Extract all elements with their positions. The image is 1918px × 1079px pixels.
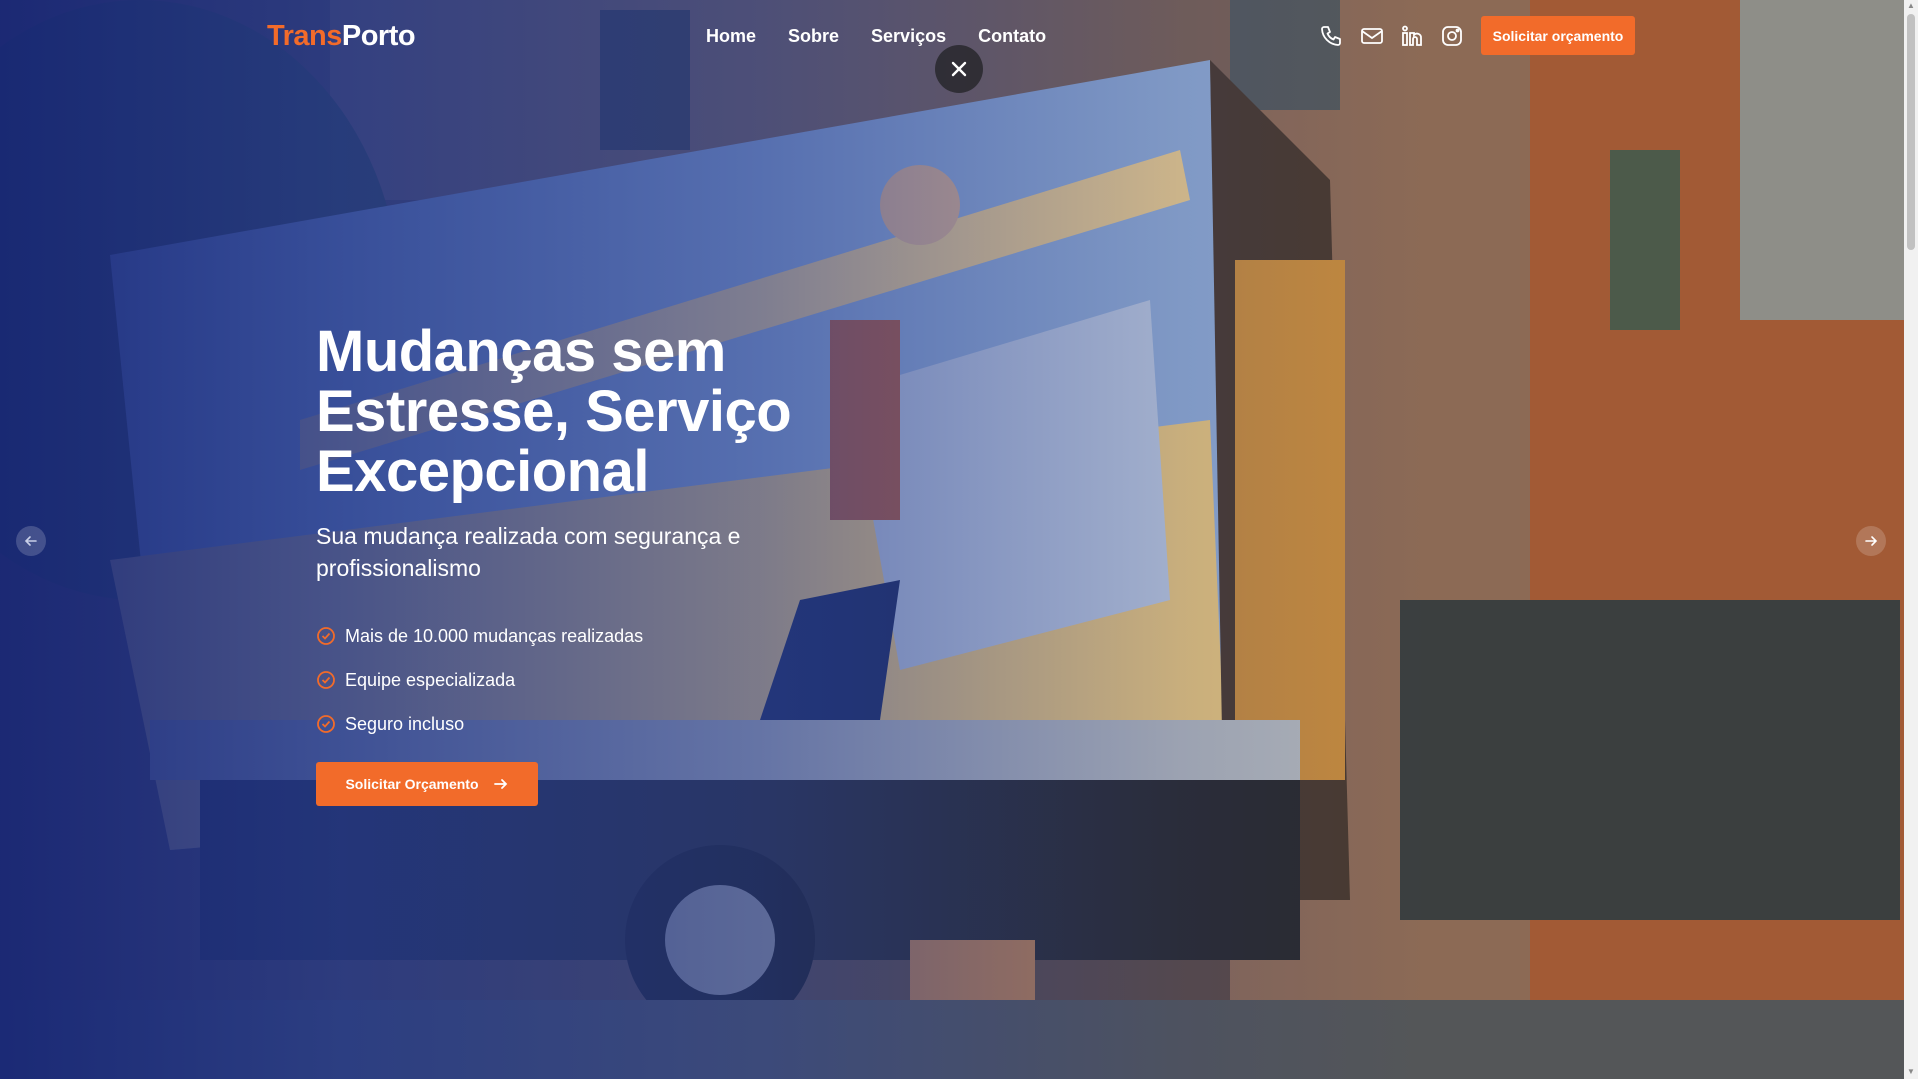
feature-item: Mais de 10.000 mudanças realizadas	[316, 614, 643, 658]
carousel-prev-button[interactable]	[16, 526, 46, 556]
request-quote-header-button[interactable]: Solicitar orçamento	[1481, 16, 1635, 55]
feature-text: Equipe especializada	[345, 669, 516, 690]
brand-logo[interactable]: TransPorto	[267, 20, 416, 53]
nav-item-sobre[interactable]: Sobre	[788, 24, 839, 48]
linkedin-icon[interactable]	[1398, 22, 1426, 50]
feature-item: Seguro incluso	[316, 702, 643, 746]
nav-item-servicos[interactable]: Serviços	[871, 24, 946, 48]
carousel-next-button[interactable]	[1856, 526, 1886, 556]
arrow-right-icon	[1865, 536, 1878, 546]
scrollbar-thumb[interactable]	[1907, 14, 1915, 250]
feature-text: Seguro incluso	[345, 713, 465, 734]
request-quote-hero-label: Solicitar Orçamento	[345, 776, 479, 792]
arrow-right-icon	[493, 779, 507, 789]
header-contact-icons	[1318, 22, 1466, 50]
close-button[interactable]	[935, 45, 983, 93]
phone-icon[interactable]	[1318, 22, 1346, 50]
main-nav: Home Sobre Serviços Contato	[706, 24, 1078, 48]
nav-item-contato[interactable]: Contato	[978, 24, 1046, 48]
instagram-icon[interactable]	[1438, 22, 1466, 50]
page-scrollbar[interactable]: ▲ ▼	[1904, 0, 1918, 1079]
mail-icon[interactable]	[1358, 22, 1386, 50]
hero-feature-list: Mais de 10.000 mudanças realizadas Equip…	[316, 614, 643, 746]
request-quote-hero-button[interactable]: Solicitar Orçamento	[316, 762, 538, 806]
check-circle-icon	[316, 670, 336, 690]
brand-logo-part2: Porto	[341, 20, 416, 52]
check-circle-icon	[316, 714, 336, 734]
feature-item: Equipe especializada	[316, 658, 643, 702]
close-icon	[951, 61, 967, 77]
hero-title: Mudanças sem Estresse, Serviço Excepcion…	[316, 319, 792, 504]
hero-section	[0, 0, 1904, 1079]
hero-gradient-overlay	[0, 0, 1904, 1079]
brand-logo-part1: Trans	[267, 20, 342, 52]
scroll-down-arrow-icon[interactable]: ▼	[1907, 1068, 1915, 1076]
arrow-left-icon	[24, 536, 37, 546]
nav-item-home[interactable]: Home	[706, 24, 756, 48]
check-circle-icon	[316, 626, 336, 646]
feature-text: Mais de 10.000 mudanças realizadas	[345, 625, 644, 646]
scroll-up-arrow-icon[interactable]: ▲	[1907, 2, 1915, 10]
hero-subtitle: Sua mudança realizada com segurança e pr…	[316, 523, 741, 581]
